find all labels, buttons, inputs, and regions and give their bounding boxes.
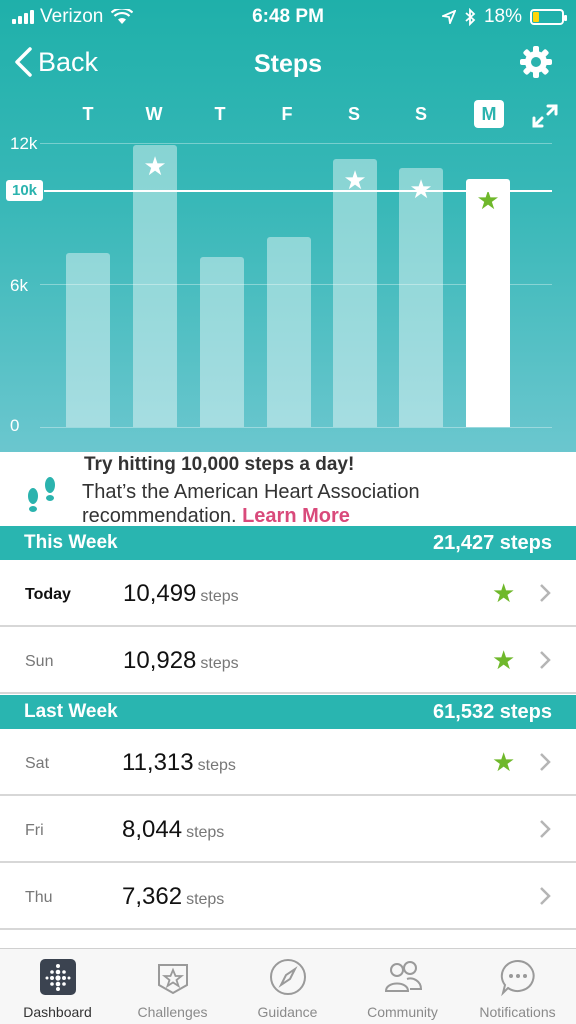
gridline [40, 427, 552, 428]
notifications-icon [500, 959, 535, 997]
day-labels: T W T F S S M [0, 100, 576, 130]
tab-label: Notifications [479, 1004, 556, 1020]
section-title: Last Week [24, 701, 118, 722]
day-label[interactable]: S [406, 104, 436, 125]
tab-community[interactable]: Community [345, 949, 460, 1024]
steps-header-area: Verizon 6:48 PM 18% Back Steps T W T F S… [0, 0, 576, 458]
tip-headline: Try hitting 10,000 steps a day! [84, 454, 355, 475]
goal-line [44, 190, 552, 192]
footprints-icon [28, 477, 55, 512]
tab-notifications[interactable]: Notifications [460, 949, 575, 1024]
tab-challenges[interactable]: Challenges [115, 949, 230, 1024]
chevron-right-icon [540, 887, 551, 905]
gear-icon[interactable] [518, 44, 554, 80]
chevron-right-icon [540, 651, 551, 669]
bar-3[interactable] [267, 236, 311, 427]
tab-guidance[interactable]: Guidance [230, 949, 345, 1024]
day-row-fri[interactable]: Fri 8,044 steps [0, 796, 576, 863]
day-label[interactable]: T [73, 104, 103, 125]
row-day: Sun [25, 653, 54, 670]
star-icon: ★ [492, 747, 516, 777]
chevron-right-icon [540, 584, 551, 602]
goal-star-icon: ★ [143, 151, 167, 182]
bar-4[interactable] [333, 159, 377, 427]
row-day: Thu [25, 889, 53, 906]
tab-label: Dashboard [23, 1004, 92, 1020]
row-steps: 8,044 steps [122, 816, 225, 843]
y-tick-label: 0 [10, 416, 20, 435]
row-day: Fri [25, 822, 44, 839]
day-label[interactable]: T [205, 104, 235, 125]
tab-label: Challenges [137, 1004, 208, 1020]
star-icon: ★ [492, 578, 516, 608]
nav-bar: Back Steps [0, 40, 576, 92]
y-tick-label: 12k [10, 134, 38, 153]
community-icon [384, 961, 423, 992]
row-day: Today [25, 586, 71, 603]
section-total: 61,532 steps [433, 701, 552, 723]
bar-2[interactable] [200, 256, 244, 427]
dashboard-icon [40, 959, 76, 995]
bluetooth-icon [465, 8, 476, 26]
day-row-sun[interactable]: Sun 10,928 steps ★ [0, 627, 576, 694]
tip-card: Try hitting 10,000 steps a day! That’s t… [0, 452, 576, 528]
challenges-icon [158, 964, 188, 995]
location-icon [441, 10, 456, 24]
day-row-sat[interactable]: Sat 11,313 steps ★ [0, 729, 576, 796]
row-steps: 7,362 steps [122, 883, 225, 910]
battery-icon [530, 9, 567, 25]
row-day: Sat [25, 755, 50, 772]
chevron-right-icon [540, 753, 551, 771]
row-steps: 11,313 steps [122, 749, 236, 776]
section-title: This Week [24, 532, 118, 553]
row-steps: 10,499 steps [123, 580, 239, 607]
day-label[interactable]: W [139, 104, 169, 125]
tab-dashboard[interactable]: Dashboard [0, 949, 115, 1024]
tip-body: That’s the American Heart Association re… [82, 480, 552, 528]
bar-5[interactable] [399, 168, 443, 427]
day-label[interactable]: F [272, 104, 302, 125]
bar-6[interactable] [466, 178, 510, 427]
expand-icon[interactable] [530, 102, 560, 130]
section-total: 21,427 steps [433, 532, 552, 554]
day-label-selected[interactable]: M [474, 100, 504, 128]
bar-0[interactable] [66, 252, 110, 427]
page-title: Steps [253, 50, 323, 78]
last-week-header: Last Week 61,532 steps [0, 695, 576, 729]
status-bar: Verizon 6:48 PM 18% [0, 0, 576, 36]
star-icon: ★ [492, 645, 516, 675]
row-steps: 10,928 steps [123, 647, 239, 674]
battery-percent: 18% [483, 6, 522, 27]
day-label[interactable]: S [339, 104, 369, 125]
day-row-today[interactable]: Today 10,499 steps ★ [0, 560, 576, 627]
learn-more-link[interactable]: Learn More [242, 505, 350, 527]
tab-label: Community [367, 1004, 438, 1020]
status-right: 18% [441, 6, 567, 28]
day-row-thu[interactable]: Thu 7,362 steps [0, 863, 576, 930]
chevron-right-icon [540, 820, 551, 838]
gridline [40, 143, 552, 144]
bar-1[interactable] [133, 145, 177, 427]
compass-icon [270, 959, 306, 995]
tab-bar: Dashboard Challenges Guidance Community … [0, 948, 576, 1024]
y-tick-label: 6k [10, 276, 28, 295]
goal-label: 10k [6, 180, 44, 201]
this-week-header: This Week 21,427 steps [0, 526, 576, 560]
tab-label: Guidance [257, 1004, 318, 1020]
